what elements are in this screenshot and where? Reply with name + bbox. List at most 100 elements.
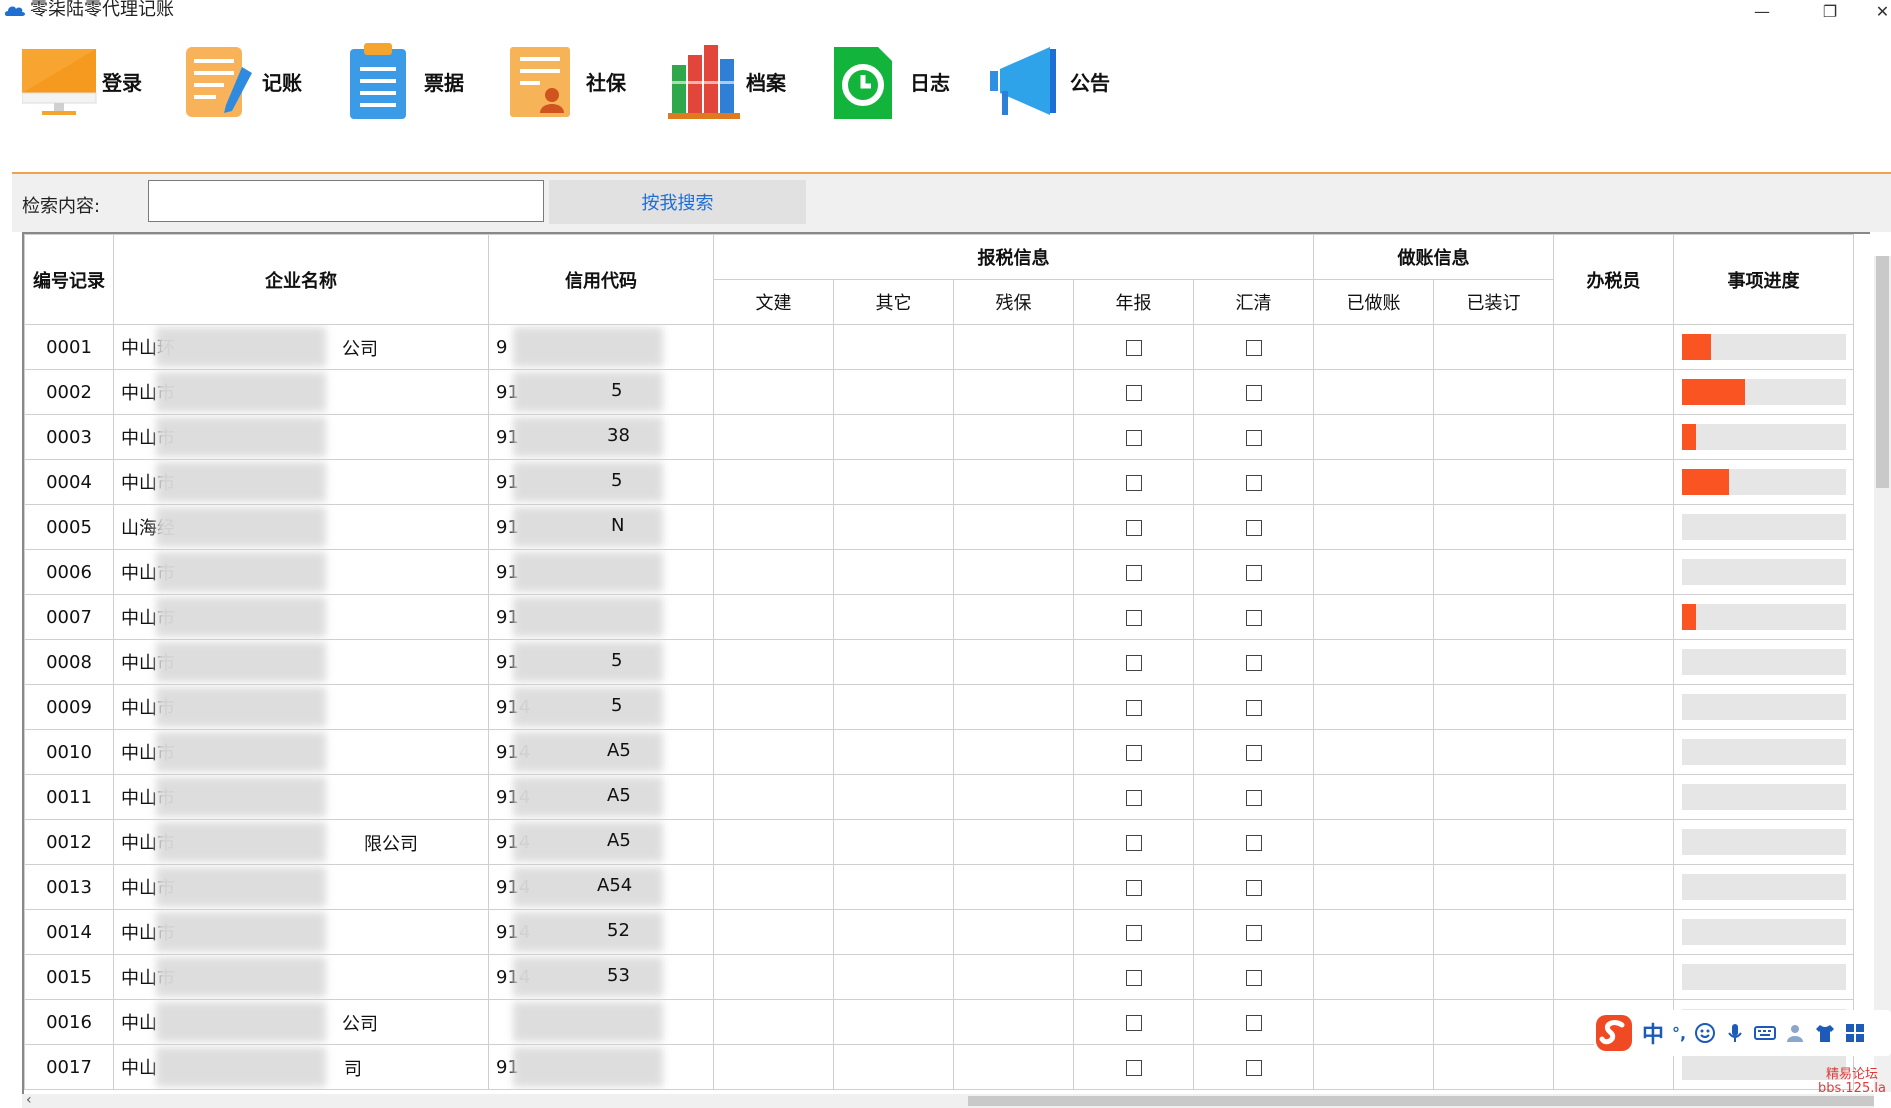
settlement-checkbox[interactable] [1245, 1014, 1262, 1031]
annual-report-checkbox[interactable] [1125, 564, 1142, 581]
header-acct-done[interactable]: 已做账 [1313, 279, 1434, 325]
cell-acct-bound[interactable] [1433, 774, 1554, 820]
annual-report-checkbox[interactable] [1125, 519, 1142, 536]
cell-tax-wenjian[interactable] [713, 774, 834, 820]
ime-punct-toggle[interactable]: °, [1672, 1024, 1686, 1043]
cell-acct-bound[interactable] [1433, 999, 1554, 1045]
tools-grid-icon[interactable] [1844, 1022, 1866, 1044]
cell-agent[interactable] [1553, 594, 1674, 640]
cell-acct-done[interactable] [1313, 909, 1434, 955]
cell-tax-disability[interactable] [953, 504, 1074, 550]
header-tax-disability[interactable]: 残保 [953, 279, 1074, 325]
table-row[interactable]: 0004 中山市 91 5 [24, 459, 1854, 505]
toolbar-login-button[interactable]: 登录 [22, 36, 142, 126]
search-button[interactable]: 按我搜索 [549, 180, 806, 224]
toolbar-log-button[interactable]: 日志 [830, 36, 950, 126]
cell-acct-bound[interactable] [1433, 909, 1554, 955]
cell-acct-done[interactable] [1313, 864, 1434, 910]
cell-tax-disability[interactable] [953, 954, 1074, 1000]
cell-tax-other[interactable] [833, 684, 954, 730]
cell-tax-other[interactable] [833, 864, 954, 910]
microphone-icon[interactable] [1724, 1022, 1746, 1044]
cell-tax-disability[interactable] [953, 594, 1074, 640]
cell-agent[interactable] [1553, 459, 1674, 505]
annual-report-checkbox[interactable] [1125, 429, 1142, 446]
search-input[interactable] [148, 180, 544, 222]
cell-tax-disability[interactable] [953, 684, 1074, 730]
cell-acct-done[interactable] [1313, 954, 1434, 1000]
cell-agent[interactable] [1553, 324, 1674, 370]
table-row[interactable]: 0011中山市914A5 [24, 774, 1854, 820]
toolbar-accounting-button[interactable]: 记账 [182, 36, 302, 126]
header-code[interactable]: 信用代码 [488, 234, 714, 325]
vertical-scrollbar[interactable] [1874, 256, 1891, 1092]
settlement-checkbox[interactable] [1245, 339, 1262, 356]
cell-tax-disability[interactable] [953, 864, 1074, 910]
header-company[interactable]: 企业名称 [113, 234, 489, 325]
header-acct-bound[interactable]: 已装订 [1433, 279, 1554, 325]
cell-agent[interactable] [1553, 819, 1674, 865]
cell-tax-disability[interactable] [953, 324, 1074, 370]
toolbar-archives-button[interactable]: 档案 [666, 36, 786, 126]
settlement-checkbox[interactable] [1245, 429, 1262, 446]
annual-report-checkbox[interactable] [1125, 699, 1142, 716]
cell-tax-other[interactable] [833, 954, 954, 1000]
cell-acct-done[interactable] [1313, 1044, 1434, 1090]
settlement-checkbox[interactable] [1245, 384, 1262, 401]
cell-tax-other[interactable] [833, 729, 954, 775]
cell-tax-other[interactable] [833, 819, 954, 865]
cell-acct-bound[interactable] [1433, 819, 1554, 865]
cell-tax-wenjian[interactable] [713, 504, 834, 550]
cell-acct-done[interactable] [1313, 684, 1434, 730]
annual-report-checkbox[interactable] [1125, 654, 1142, 671]
settlement-checkbox[interactable] [1245, 834, 1262, 851]
table-row[interactable]: 0012中山市限公司914A5 [24, 819, 1854, 865]
cell-tax-disability[interactable] [953, 774, 1074, 820]
cell-tax-disability[interactable] [953, 639, 1074, 685]
cell-acct-bound[interactable] [1433, 729, 1554, 775]
table-row[interactable]: 0009中山市9145 [24, 684, 1854, 730]
cell-tax-wenjian[interactable] [713, 1044, 834, 1090]
cell-acct-done[interactable] [1313, 999, 1434, 1045]
settlement-checkbox[interactable] [1245, 564, 1262, 581]
header-progress[interactable]: 事项进度 [1673, 234, 1854, 325]
cell-tax-wenjian[interactable] [713, 999, 834, 1045]
annual-report-checkbox[interactable] [1125, 969, 1142, 986]
header-tax-annual[interactable]: 年报 [1073, 279, 1194, 325]
emoji-icon[interactable] [1694, 1022, 1716, 1044]
cell-tax-other[interactable] [833, 909, 954, 955]
annual-report-checkbox[interactable] [1125, 339, 1142, 356]
cell-tax-other[interactable] [833, 999, 954, 1045]
cell-tax-other[interactable] [833, 1044, 954, 1090]
settlement-checkbox[interactable] [1245, 744, 1262, 761]
annual-report-checkbox[interactable] [1125, 384, 1142, 401]
cell-tax-other[interactable] [833, 369, 954, 415]
cell-acct-done[interactable] [1313, 774, 1434, 820]
cell-acct-bound[interactable] [1433, 1044, 1554, 1090]
cell-acct-bound[interactable] [1433, 954, 1554, 1000]
cell-agent[interactable] [1553, 909, 1674, 955]
cell-tax-disability[interactable] [953, 909, 1074, 955]
cell-tax-other[interactable] [833, 639, 954, 685]
table-row[interactable]: 0008 中山市 91 5 [24, 639, 1854, 685]
cell-acct-done[interactable] [1313, 549, 1434, 595]
cell-tax-wenjian[interactable] [713, 729, 834, 775]
horizontal-scrollbar[interactable]: ‹ [22, 1092, 1874, 1108]
cell-agent[interactable] [1553, 729, 1674, 775]
header-tax-other[interactable]: 其它 [833, 279, 954, 325]
cell-agent[interactable] [1553, 864, 1674, 910]
cell-tax-wenjian[interactable] [713, 594, 834, 640]
keyboard-icon[interactable] [1754, 1022, 1777, 1044]
ime-toolbar[interactable]: 中 °, [1594, 1010, 1891, 1056]
header-tax-wenjian[interactable]: 文建 [713, 279, 834, 325]
restore-button[interactable]: ❐ [1812, 0, 1848, 22]
cell-tax-disability[interactable] [953, 1044, 1074, 1090]
cell-acct-bound[interactable] [1433, 504, 1554, 550]
cell-tax-wenjian[interactable] [713, 369, 834, 415]
settlement-checkbox[interactable] [1245, 879, 1262, 896]
scroll-left-icon[interactable]: ‹ [26, 1092, 32, 1108]
table-row[interactable]: 0005 山海经 91 N [24, 504, 1854, 550]
table-row[interactable]: 0015中山市91453 [24, 954, 1854, 1000]
annual-report-checkbox[interactable] [1125, 474, 1142, 491]
cell-tax-wenjian[interactable] [713, 909, 834, 955]
